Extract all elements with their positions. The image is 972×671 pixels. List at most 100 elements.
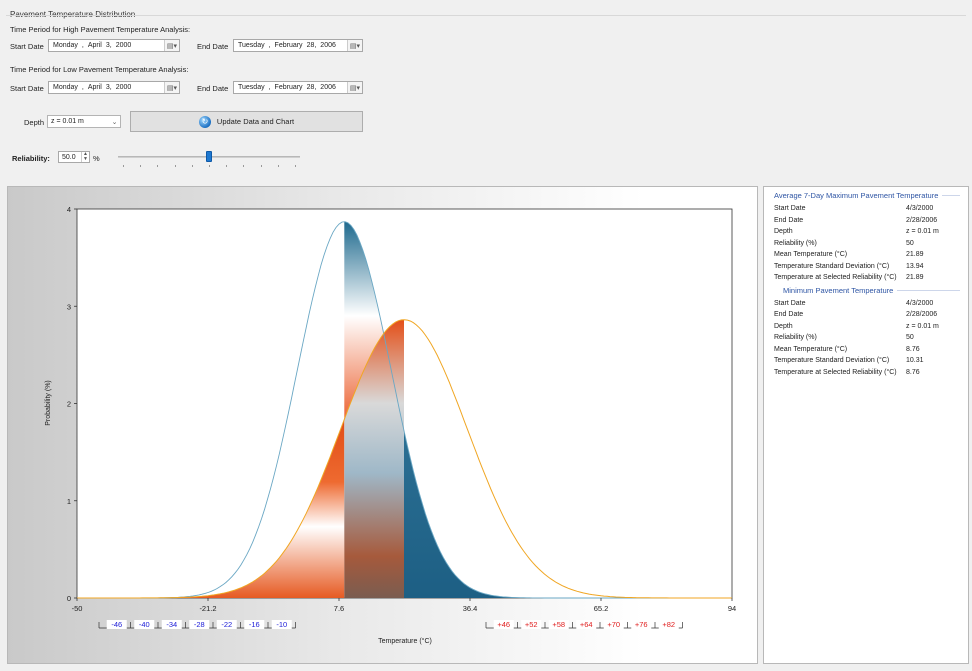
refresh-icon: ↻ bbox=[198, 115, 211, 128]
reliability-unit: % bbox=[93, 154, 100, 163]
stat-value: 13.94 bbox=[906, 262, 924, 270]
date-year: 2006 bbox=[320, 84, 336, 91]
chart-panel: 0 1 2 3 4 -50 -21.2 7.6 36.4 65.2 94 Probability (… bbox=[7, 186, 758, 664]
grade-label: +58 bbox=[552, 620, 565, 629]
stat-value: 10.31 bbox=[906, 357, 924, 365]
date-weekday: Tuesday bbox=[238, 84, 265, 91]
stat-row: Start Date 4/3/2000 bbox=[774, 203, 960, 215]
date-month: April bbox=[87, 84, 102, 91]
stat-key: Depth bbox=[774, 228, 793, 236]
stat-row: Temperature at Selected Reliability (°C)… bbox=[774, 367, 960, 379]
reliability-label: Reliability: bbox=[12, 154, 50, 163]
stat-value: 8.76 bbox=[906, 345, 920, 353]
y-tick-label: 2 bbox=[67, 400, 71, 409]
grade-label: -28 bbox=[194, 620, 205, 629]
x-tick-label: -21.2 bbox=[199, 604, 216, 613]
slider-tick bbox=[277, 165, 279, 167]
high-start-date-picker[interactable]: Monday, April 3, 2000 ▤▾ bbox=[48, 39, 180, 52]
high-end-date-picker[interactable]: Tuesday, February 28, 2006 ▤▾ bbox=[233, 39, 363, 52]
calendar-dropdown-icon[interactable]: ▤▾ bbox=[347, 40, 362, 51]
slider-tick bbox=[226, 165, 228, 167]
date-day: 28, bbox=[306, 84, 317, 91]
stat-key: Depth bbox=[774, 322, 793, 330]
chevron-down-icon: ⌄ bbox=[111, 118, 118, 126]
group-divider bbox=[6, 15, 966, 16]
date-year: 2000 bbox=[115, 84, 132, 91]
low-start-date-picker[interactable]: Monday, April 3, 2000 ▤▾ bbox=[48, 81, 180, 94]
x-tick-label: -50 bbox=[72, 604, 83, 613]
stat-value: 4/3/2000 bbox=[906, 299, 934, 307]
max-temperature-stats: Start Date 4/3/2000 End Date 2/28/2006 Depth… bbox=[774, 203, 960, 284]
stat-row: Reliability (%) 50 bbox=[774, 238, 960, 250]
date-month: April bbox=[87, 42, 102, 49]
stat-key: Temperature Standard Deviation (°C) bbox=[774, 357, 890, 365]
date-month: February bbox=[274, 42, 303, 49]
pg-grade-scales: -46 -40 -34 -28 -22 -16 -10 +46 +52 +58 +64 +70 +76 +… bbox=[98, 620, 683, 629]
slider-tick bbox=[123, 165, 124, 167]
grade-label: -16 bbox=[249, 620, 260, 629]
stat-row: Temperature Standard Deviation (°C) 10.31 bbox=[774, 355, 960, 367]
slider-tick bbox=[157, 165, 159, 167]
reliability-slider-thumb[interactable] bbox=[206, 151, 212, 162]
stat-row: Mean Temperature (°C) 8.76 bbox=[774, 344, 960, 356]
stat-key: Mean Temperature (°C) bbox=[774, 251, 848, 259]
slider-tick bbox=[140, 165, 142, 167]
x-tick-label: 94 bbox=[728, 604, 736, 613]
stat-row: Depth z = 0.01 m bbox=[774, 226, 960, 238]
stat-row: Temperature at Selected Reliability (°C)… bbox=[774, 272, 960, 284]
x-tick-label: 7.6 bbox=[334, 604, 344, 613]
max-temperature-section-title: Average 7-Day Maximum Pavement Temperatu… bbox=[774, 191, 960, 200]
slider-tick bbox=[295, 165, 296, 167]
stat-value: z = 0.01 m bbox=[906, 322, 939, 330]
update-data-button[interactable]: ↻ Update Data and Chart bbox=[130, 111, 363, 132]
date-year: 2006 bbox=[320, 42, 336, 49]
stat-value: 50 bbox=[906, 334, 914, 342]
stat-value: 21.89 bbox=[906, 274, 924, 282]
spinner-arrows-icon[interactable]: ▲ ▼ bbox=[81, 152, 89, 162]
slider-tick bbox=[243, 165, 245, 167]
high-start-label: Start Date bbox=[10, 42, 44, 51]
update-button-label: Update Data and Chart bbox=[216, 117, 295, 126]
stat-value: z = 0.01 m bbox=[906, 228, 939, 236]
stat-value: 4/3/2000 bbox=[906, 205, 934, 213]
slider-tick bbox=[174, 165, 176, 167]
stat-value: 8.76 bbox=[906, 368, 920, 376]
statistics-panel: Average 7-Day Maximum Pavement Temperatu… bbox=[763, 186, 969, 664]
y-tick-label: 0 bbox=[67, 594, 71, 603]
low-period-label: Time Period for Low Pavement Temperature… bbox=[10, 65, 189, 74]
stat-key: Reliability (%) bbox=[774, 334, 817, 342]
slider-tick bbox=[260, 165, 262, 167]
min-temperature-section-title: Minimum Pavement Temperature bbox=[774, 286, 960, 295]
date-month: February bbox=[274, 84, 303, 91]
slider-tick bbox=[209, 165, 210, 167]
stat-value: 2/28/2006 bbox=[906, 216, 938, 224]
calendar-dropdown-icon[interactable]: ▤▾ bbox=[164, 82, 179, 93]
date-weekday: Monday bbox=[53, 42, 78, 49]
stat-key: Start Date bbox=[774, 205, 806, 213]
date-weekday: Tuesday bbox=[238, 42, 265, 49]
grade-label: -22 bbox=[221, 620, 232, 629]
stat-row: Start Date 4/3/2000 bbox=[774, 298, 960, 310]
reliability-numeric-input[interactable]: 50.0 ▲ ▼ bbox=[58, 151, 90, 163]
slider-tick bbox=[191, 165, 193, 167]
stat-value: 2/28/2006 bbox=[906, 311, 938, 319]
depth-value: z = 0.01 m bbox=[51, 118, 84, 125]
date-weekday: Monday bbox=[53, 84, 78, 91]
low-end-label: End Date bbox=[197, 84, 229, 93]
calendar-dropdown-icon[interactable]: ▤▾ bbox=[164, 40, 179, 51]
date-day: 3, bbox=[105, 42, 112, 49]
stat-key: Start Date bbox=[774, 299, 806, 307]
depth-select[interactable]: z = 0.01 m ⌄ bbox=[47, 115, 121, 128]
y-tick-label: 4 bbox=[67, 205, 71, 214]
date-day: 28, bbox=[306, 42, 317, 49]
stat-key: Mean Temperature (°C) bbox=[774, 345, 848, 353]
grade-label: +76 bbox=[635, 620, 648, 629]
low-end-date-picker[interactable]: Tuesday, February 28, 2006 ▤▾ bbox=[233, 81, 363, 94]
stat-row: End Date 2/28/2006 bbox=[774, 215, 960, 227]
low-start-label: Start Date bbox=[10, 84, 44, 93]
reliability-value: 50.0 bbox=[62, 153, 76, 161]
calendar-dropdown-icon[interactable]: ▤▾ bbox=[347, 82, 362, 93]
grade-label: +46 bbox=[497, 620, 510, 629]
stat-key: Temperature Standard Deviation (°C) bbox=[774, 262, 890, 270]
x-tick-label: 65.2 bbox=[594, 604, 609, 613]
